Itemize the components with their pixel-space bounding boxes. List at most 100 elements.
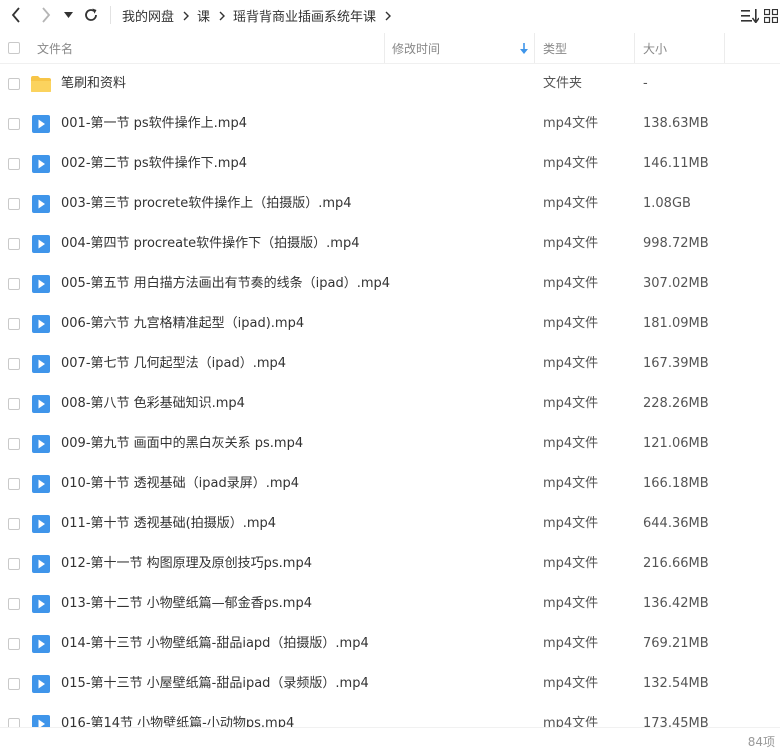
row-checkbox[interactable] <box>8 358 20 370</box>
list-item[interactable]: 笔刷和资料 文件夹 - <box>0 64 780 104</box>
row-checkbox[interactable] <box>8 278 20 290</box>
list-item[interactable]: 006-第六节 九宫格精准起型（ipad).mp4 mp4文件 181.09MB <box>0 304 780 344</box>
row-checkbox[interactable] <box>8 118 20 130</box>
file-name[interactable]: 014-第十三节 小物壁纸篇-甜品iapd（拍摄版）.mp4 <box>61 624 369 664</box>
column-modified[interactable]: 修改时间 <box>392 33 440 63</box>
file-name[interactable]: 003-第三节 procrete软件操作上（拍摄版）.mp4 <box>61 184 352 224</box>
file-size: 138.63MB <box>643 116 709 131</box>
video-file-icon <box>32 395 50 413</box>
list-item[interactable]: 001-第一节 ps软件操作上.mp4 mp4文件 138.63MB <box>0 104 780 144</box>
row-checkbox[interactable] <box>8 558 20 570</box>
list-item[interactable]: 008-第八节 色彩基础知识.mp4 mp4文件 228.26MB <box>0 384 780 424</box>
file-size: 121.06MB <box>643 436 709 451</box>
file-type: mp4文件 <box>543 636 599 651</box>
status-bar: 84项 <box>0 727 780 756</box>
list-item[interactable]: 014-第十三节 小物壁纸篇-甜品iapd（拍摄版）.mp4 mp4文件 769.2… <box>0 624 780 664</box>
file-size: 167.39MB <box>643 356 709 371</box>
list-item[interactable]: 015-第十三节 小屋壁纸篇-甜品ipad（录频版）.mp4 mp4文件 132.5… <box>0 664 780 704</box>
sort-desc-icon <box>520 33 528 63</box>
list-item[interactable]: 003-第三节 procrete软件操作上（拍摄版）.mp4 mp4文件 1.08G… <box>0 184 780 224</box>
video-file-icon <box>32 315 50 333</box>
list-item[interactable]: 005-第五节 用白描方法画出有节奏的线条（ipad）.mp4 mp4文件 307.… <box>0 264 780 304</box>
list-item[interactable]: 007-第七节 几何起型法（ipad）.mp4 mp4文件 167.39MB <box>0 344 780 384</box>
list-item[interactable]: 002-第二节 ps软件操作下.mp4 mp4文件 146.11MB <box>0 144 780 184</box>
video-file-icon <box>32 355 50 373</box>
file-size: - <box>643 76 648 91</box>
file-name[interactable]: 010-第十节 透视基础（ipad录屏）.mp4 <box>61 464 299 504</box>
file-type: mp4文件 <box>543 316 599 331</box>
column-divider <box>724 33 725 63</box>
row-checkbox[interactable] <box>8 158 20 170</box>
list-item[interactable]: 011-第十节 透视基础(拍摄版）.mp4 mp4文件 644.36MB <box>0 504 780 544</box>
file-name[interactable]: 011-第十节 透视基础(拍摄版）.mp4 <box>61 504 276 544</box>
file-name[interactable]: 001-第一节 ps软件操作上.mp4 <box>61 104 247 144</box>
list-item[interactable]: 013-第十二节 小物壁纸篇—郁金香ps.mp4 mp4文件 136.42MB <box>0 584 780 624</box>
file-size: 769.21MB <box>643 636 709 651</box>
list-item[interactable]: 010-第十节 透视基础（ipad录屏）.mp4 mp4文件 166.18MB <box>0 464 780 504</box>
file-name[interactable]: 007-第七节 几何起型法（ipad）.mp4 <box>61 344 286 384</box>
select-all-checkbox[interactable] <box>8 42 20 54</box>
row-checkbox[interactable] <box>8 598 20 610</box>
row-checkbox[interactable] <box>8 478 20 490</box>
breadcrumb-item[interactable]: 瑶背背商业插画系统年课 <box>233 6 376 25</box>
file-type: mp4文件 <box>543 476 599 491</box>
file-size: 181.09MB <box>643 316 709 331</box>
file-name[interactable]: 015-第十三节 小屋壁纸篇-甜品ipad（录频版）.mp4 <box>61 664 369 704</box>
row-checkbox[interactable] <box>8 238 20 250</box>
column-size[interactable]: 大小 <box>643 33 667 63</box>
file-size: 136.42MB <box>643 596 709 611</box>
row-checkbox[interactable] <box>8 78 20 90</box>
row-checkbox[interactable] <box>8 438 20 450</box>
caret-down-icon <box>63 12 73 18</box>
file-type: 文件夹 <box>543 76 583 91</box>
file-size: 998.72MB <box>643 236 709 251</box>
breadcrumb-item[interactable]: 我的网盘 <box>122 6 174 25</box>
video-file-icon <box>32 155 50 173</box>
forward-button[interactable] <box>33 1 59 29</box>
file-type: mp4文件 <box>543 356 599 371</box>
file-name[interactable]: 笔刷和资料 <box>61 64 126 104</box>
file-type: mp4文件 <box>543 556 599 571</box>
row-checkbox[interactable] <box>8 318 20 330</box>
file-type: mp4文件 <box>543 196 599 211</box>
column-type[interactable]: 类型 <box>543 33 567 63</box>
file-name[interactable]: 005-第五节 用白描方法画出有节奏的线条（ipad）.mp4 <box>61 264 390 304</box>
video-file-icon <box>32 275 50 293</box>
row-checkbox[interactable] <box>8 198 20 210</box>
file-type: mp4文件 <box>543 676 599 691</box>
breadcrumb: 我的网盘 课 瑶背背商业插画系统年课 <box>122 0 399 31</box>
file-size: 216.66MB <box>643 556 709 571</box>
chevron-right-icon <box>183 11 190 21</box>
history-dropdown-button[interactable] <box>57 1 79 29</box>
file-type: mp4文件 <box>543 436 599 451</box>
back-button[interactable] <box>3 1 29 29</box>
video-file-icon <box>32 235 50 253</box>
file-name[interactable]: 013-第十二节 小物壁纸篇—郁金香ps.mp4 <box>61 584 312 624</box>
sort-menu-button[interactable] <box>740 4 760 28</box>
chevron-right-icon[interactable] <box>385 11 392 21</box>
row-checkbox[interactable] <box>8 678 20 690</box>
sort-icon <box>741 9 759 23</box>
column-name[interactable]: 文件名 <box>37 33 73 63</box>
list-item[interactable]: 004-第四节 procreate软件操作下（拍摄版）.mp4 mp4文件 998.… <box>0 224 780 264</box>
video-file-icon <box>32 195 50 213</box>
row-checkbox[interactable] <box>8 518 20 530</box>
file-name[interactable]: 009-第九节 画面中的黑白灰关系 ps.mp4 <box>61 424 303 464</box>
file-name[interactable]: 002-第二节 ps软件操作下.mp4 <box>61 144 247 184</box>
file-type: mp4文件 <box>543 116 599 131</box>
row-checkbox[interactable] <box>8 638 20 650</box>
view-mode-button[interactable] <box>763 4 779 28</box>
list-item[interactable]: 012-第十一节 构图原理及原创技巧ps.mp4 mp4文件 216.66MB <box>0 544 780 584</box>
file-name[interactable]: 008-第八节 色彩基础知识.mp4 <box>61 384 245 424</box>
row-checkbox[interactable] <box>8 398 20 410</box>
video-file-icon <box>32 115 50 133</box>
file-name[interactable]: 004-第四节 procreate软件操作下（拍摄版）.mp4 <box>61 224 360 264</box>
breadcrumb-item[interactable]: 课 <box>197 6 210 25</box>
list-item[interactable]: 009-第九节 画面中的黑白灰关系 ps.mp4 mp4文件 121.06MB <box>0 424 780 464</box>
file-type: mp4文件 <box>543 596 599 611</box>
file-type: mp4文件 <box>543 276 599 291</box>
file-name[interactable]: 012-第十一节 构图原理及原创技巧ps.mp4 <box>61 544 312 584</box>
refresh-button[interactable] <box>78 1 104 29</box>
file-name[interactable]: 006-第六节 九宫格精准起型（ipad).mp4 <box>61 304 304 344</box>
column-divider <box>634 33 635 63</box>
